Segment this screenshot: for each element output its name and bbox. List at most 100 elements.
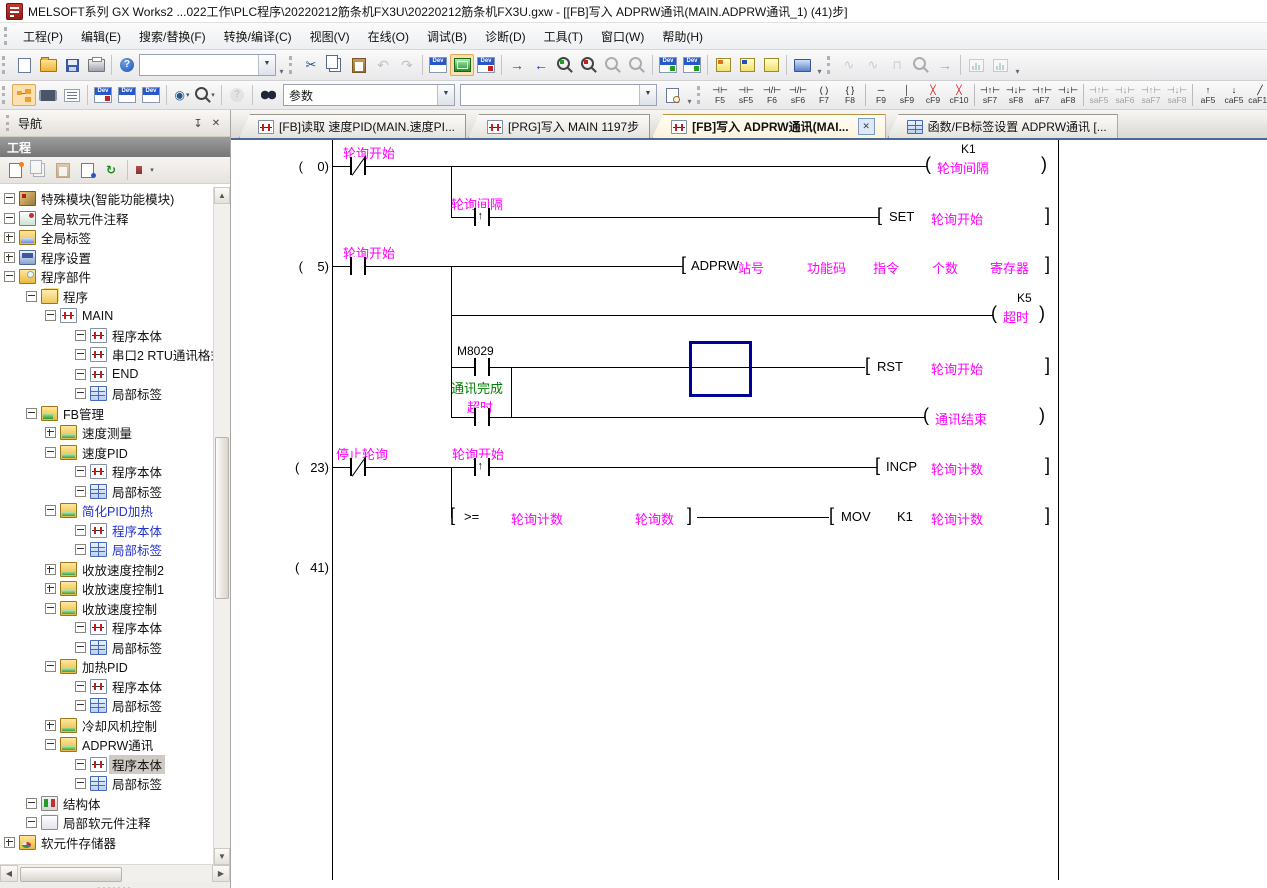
device-comment-display-button[interactable] [426,54,450,76]
ladder-btn-pulse-not-branch[interactable]: ⊣↑⊢saF7 [1138,83,1164,108]
collapse-icon[interactable] [45,603,56,614]
cut-button[interactable] [299,54,323,76]
operand-polling-num[interactable]: 轮询数 [635,509,674,528]
device-display-dropdown-button[interactable]: ▾ [170,84,194,106]
graph-button-2[interactable] [988,54,1012,76]
ladder-btn-vertical-line[interactable]: │sF9 [894,83,920,108]
trace-search-button[interactable] [909,54,933,76]
device-test-button[interactable] [474,54,498,76]
quick-find-combobox[interactable] [139,54,276,76]
dropdown-arrow-icon[interactable]: ▾ [211,91,215,99]
tree-item-global-device-comment[interactable]: 全局软元件注释 [0,209,230,229]
context-help-button[interactable] [225,84,249,106]
operand-polling-start[interactable]: 轮询开始 [931,359,983,378]
device-find-button[interactable] [91,84,115,106]
expand-icon[interactable] [45,583,56,594]
contact-no-m8029[interactable] [474,358,490,376]
tree-item-fb-speed-pid[interactable]: 速度PID [0,443,230,463]
tree-item-global-label[interactable]: 全局标签 [0,228,230,248]
open-project-button[interactable] [36,54,60,76]
trace-register-button[interactable] [933,54,957,76]
ladder-btn-close-branch[interactable]: ⊣/⊢sF6 [785,83,811,108]
tree-item-device-memory[interactable]: 软元件存储器 [0,833,230,853]
tree-vertical-scrollbar[interactable]: ▲ ▼ [213,187,230,865]
read-from-plc-button[interactable] [529,54,553,76]
ladder-btn-pulse-contact[interactable]: ⊣↑⊢sF7 [977,83,1003,108]
collapse-icon[interactable] [45,310,56,321]
toolbar-overflow-icon[interactable] [684,84,695,106]
tree-item-local-device-comment[interactable]: 局部软元件注释 [0,813,230,833]
scrollbar-thumb[interactable] [20,867,122,882]
ladder-btn-pulse-fall-contact[interactable]: ⊣↓⊢sF8 [1003,83,1029,108]
expand-icon[interactable] [45,427,56,438]
ladder-btn-pulse-not-fall-branch[interactable]: ⊣↓⊢saF8 [1164,83,1190,108]
note-button[interactable] [735,54,759,76]
scroll-left-icon[interactable]: ◀ [0,865,18,882]
contact-no-timeout[interactable] [474,408,490,426]
ladder-btn-invert-result[interactable]: ↑aF5 [1195,83,1221,108]
print-button[interactable] [84,54,108,76]
instruction-incp[interactable]: INCP [886,459,917,474]
operand-k1[interactable]: K1 [897,509,913,524]
tree-item-fb-winding-speed[interactable]: 收放速度控制 [0,599,230,619]
device-display-button-1[interactable] [656,54,680,76]
collapse-icon[interactable] [45,739,56,750]
cross-reference-button[interactable] [256,84,280,106]
ladder-btn-delete-horizontal[interactable]: ╳cF9 [920,83,946,108]
tree-item-fb-cooling-fan[interactable]: 冷却风机控制 [0,716,230,736]
tree-item-fb-heat-pid[interactable]: 加热PID [0,657,230,677]
operand-polling-start[interactable]: 轮询开始 [931,209,983,228]
expand-icon[interactable] [4,232,15,243]
menu-help[interactable]: 帮助(H) [653,25,712,48]
tree-item-local-label[interactable]: 局部标签 [0,540,230,560]
scroll-up-icon[interactable]: ▲ [214,187,230,204]
operand-polling-count[interactable]: 轮询计数 [511,509,563,528]
ladder-btn-close-contact[interactable]: ⊣/⊢F6 [759,83,785,108]
tree-item-adprw-program-body[interactable]: 程序本体 [0,755,230,775]
declaration-button[interactable] [759,54,783,76]
operand-register[interactable]: 寄存器 [990,258,1029,277]
ladder-btn-pulse-result[interactable]: ↓caF5 [1221,83,1247,108]
tab-fb-label-setting-adprw[interactable]: 函数/FB标签设置 ADPRW通讯 [... [888,114,1118,138]
redo-button[interactable] [395,54,419,76]
tree-item-fb-simple-pid-heat[interactable]: 简化PID加热 [0,501,230,521]
menu-online[interactable]: 在线(O) [359,25,418,48]
expand-icon[interactable] [45,564,56,575]
tree-item-fb-speed-measure[interactable]: 速度测量 [0,423,230,443]
ladder-btn-open-contact[interactable]: ⊣⊢F5 [707,83,733,108]
graph-button-1[interactable] [964,54,988,76]
panel-resize-handle[interactable]: ······· [0,882,230,888]
edit-cursor[interactable] [689,341,752,397]
contact-pulse-polling-interval[interactable] [474,208,490,226]
contact-nc-stop-polling[interactable] [350,458,366,476]
instruction-mov[interactable]: MOV [841,509,871,524]
tree-item-adprw-local-label[interactable]: 局部标签 [0,774,230,794]
ladder-btn-open-branch[interactable]: ⊣⊢sF5 [733,83,759,108]
monitor-start-button[interactable] [553,54,577,76]
ladder-editor[interactable]: ( 0) ( 5) ( 23) ( 41) 轮询开始 K1 轮询间隔 轮询间隔 … [231,140,1267,888]
instruction-adprw[interactable]: ADPRW [691,258,739,273]
coil-comm-end[interactable]: 通讯结束 [935,409,987,428]
find-target-combobox[interactable]: 参数 [283,84,455,106]
device-batch-button[interactable] [139,84,163,106]
tree-item-special-module[interactable]: 特殊模块(智能功能模块) [0,189,230,209]
expand-icon[interactable] [4,252,15,263]
device-registration-button[interactable] [115,84,139,106]
tree-item-local-label[interactable]: 局部标签 [0,696,230,716]
new-data-button[interactable] [4,160,26,180]
find-value-combobox[interactable] [460,84,657,106]
tree-item-end[interactable]: END [0,365,230,385]
operand-instruction[interactable]: 指令 [873,258,899,277]
contact-nc-polling-start[interactable] [350,157,366,175]
remote-operation-button[interactable] [790,54,814,76]
dropdown-arrow-icon[interactable] [437,85,454,105]
collapse-icon[interactable] [26,291,37,302]
scrollbar-thumb[interactable] [215,437,229,599]
tree-item-fb-winding-speed-2[interactable]: 收放速度控制2 [0,560,230,580]
help-button[interactable] [115,54,139,76]
close-icon[interactable] [208,115,224,131]
sampling-trace-button-1[interactable] [837,54,861,76]
collapse-icon[interactable] [45,447,56,458]
coil-polling-interval[interactable]: 轮询间隔 [937,158,989,177]
instruction-rst[interactable]: RST [877,359,903,374]
